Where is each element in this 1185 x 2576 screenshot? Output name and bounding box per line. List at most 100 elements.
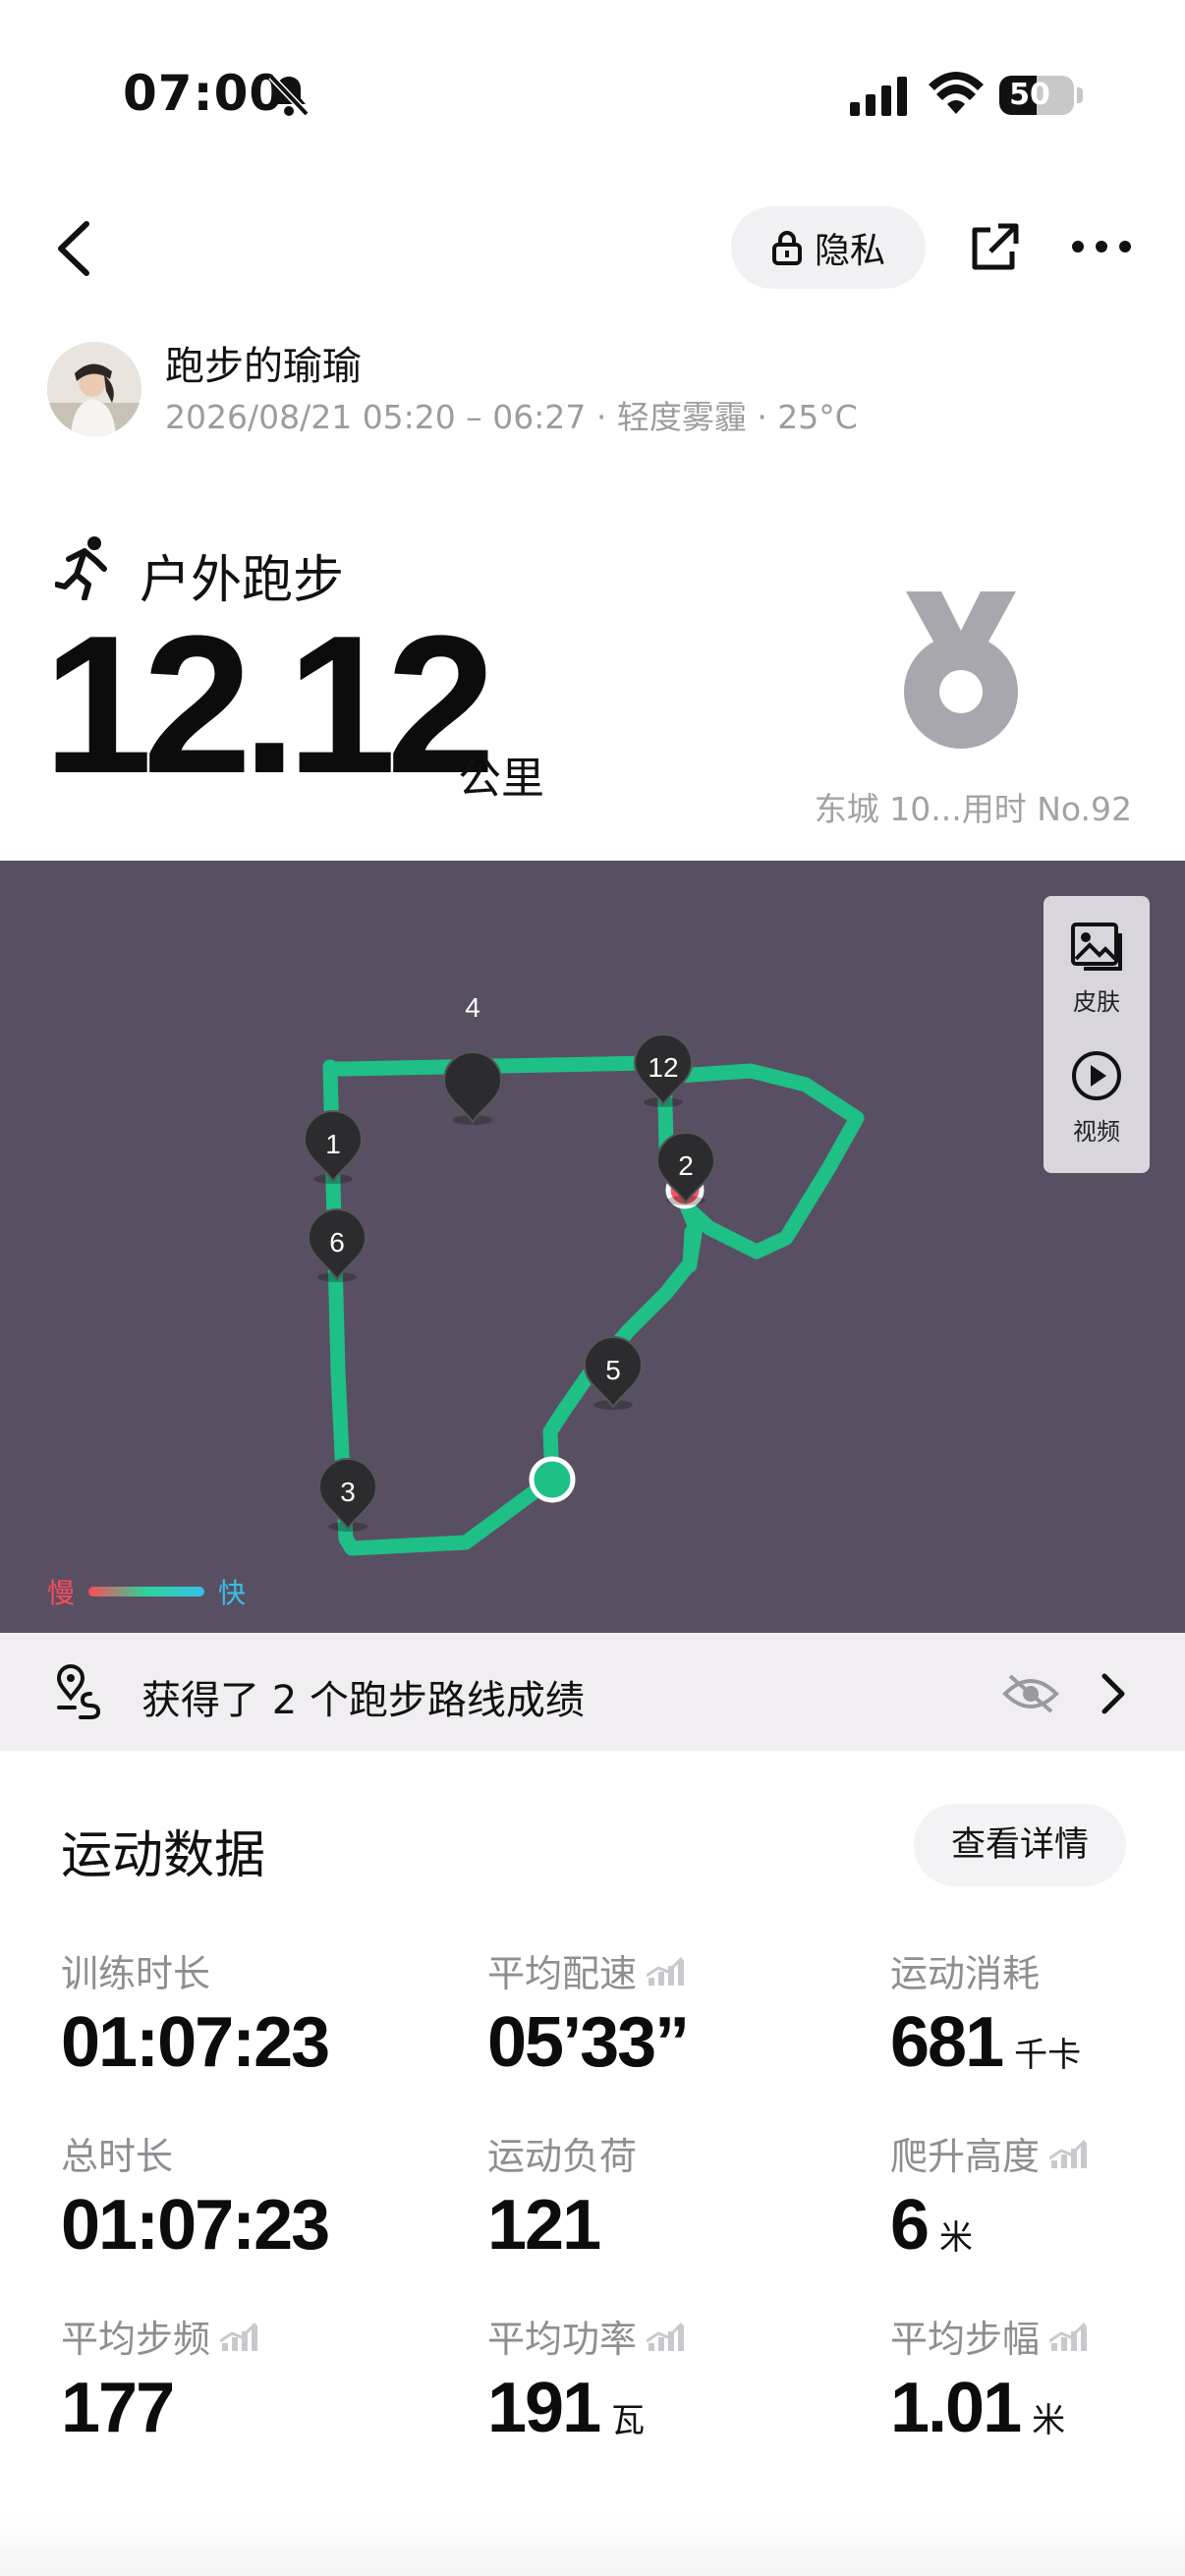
route-pin-icon (56, 1664, 101, 1719)
stat-value: 191 (487, 2369, 601, 2447)
play-icon (1072, 1051, 1121, 1100)
trend-chart-icon[interactable] (1049, 2139, 1088, 2168)
activity-meta: 2026/08/21 05:20 – 06:27 · 轻度雾霾 · 25°C (165, 398, 858, 436)
chevron-right-icon[interactable] (1099, 1672, 1128, 1715)
km-marker-1[interactable]: 1 (304, 1110, 363, 1185)
stat-value: 121 (487, 2186, 601, 2265)
stat-unit: 千卡 (1014, 2036, 1082, 2075)
status-time: 07:00 (123, 65, 285, 122)
stat-value-row: 05’33” (487, 2003, 690, 2082)
stat-label-row: 平均步幅 (890, 2309, 1088, 2363)
route-map-canvas: 4 12 1 2 6 5 3 (304, 992, 865, 1556)
skin-tool-button[interactable]: 皮肤 (1044, 922, 1150, 1017)
video-tool-label: 视频 (1073, 1118, 1120, 1146)
route-map[interactable]: 4 12 1 2 6 5 3 皮肤 视频 慢 快 (0, 861, 1185, 1633)
km-marker-label: 2 (678, 1150, 694, 1181)
stat-label-row: 平均配速 (487, 1943, 688, 1997)
stat-value-row: 121 (487, 2190, 637, 2261)
stat-item: 平均功率 191 瓦 (487, 2309, 685, 2443)
trend-chart-icon[interactable] (647, 1956, 685, 1986)
stat-item: 运动负荷 121 (487, 2126, 637, 2261)
stat-item: 爬升高度 6 米 (890, 2126, 1088, 2261)
back-arrow-icon[interactable] (49, 218, 98, 279)
running-icon (55, 536, 107, 600)
km-marker-5[interactable]: 5 (584, 1336, 643, 1411)
privacy-button[interactable]: 隐私 (731, 206, 926, 289)
stat-label: 平均配速 (487, 1952, 638, 1995)
start-point-marker[interactable] (529, 1456, 576, 1503)
view-details-button[interactable]: 查看详情 (914, 1804, 1126, 1886)
more-options-icon[interactable] (1071, 240, 1132, 253)
km-marker-4[interactable]: 4 (443, 992, 502, 1126)
bottom-shade (0, 2515, 1185, 2576)
stats-section-title: 运动数据 (61, 1826, 266, 1885)
stat-value: 01:07:23 (61, 2003, 330, 2082)
stat-value: 05’33” (487, 2003, 690, 2082)
map-tool-panel: 皮肤 视频 (1044, 896, 1150, 1173)
stat-value: 681 (890, 2003, 1004, 2082)
stat-value: 1.01 (890, 2369, 1022, 2447)
stat-value: 177 (61, 2369, 175, 2447)
stat-value-row: 01:07:23 (61, 2003, 330, 2082)
stat-unit: 米 (1032, 2401, 1066, 2440)
trend-chart-icon[interactable] (1049, 2322, 1088, 2351)
stat-unit: 米 (939, 2218, 974, 2258)
skin-tool-label: 皮肤 (1073, 988, 1120, 1016)
signal-icon (850, 77, 907, 116)
trend-chart-icon[interactable] (647, 2322, 685, 2351)
stat-value-row: 191 瓦 (487, 2373, 684, 2443)
km-marker-2[interactable]: 2 (656, 1132, 715, 1209)
trend-chart-icon[interactable] (220, 2322, 258, 2351)
stat-label-row: 训练时长 (61, 1943, 328, 1997)
stat-value-row: 681 千卡 (890, 2007, 1081, 2078)
km-marker-3[interactable]: 3 (318, 1458, 377, 1533)
eye-off-icon[interactable] (1002, 1672, 1059, 1715)
stat-label: 训练时长 (61, 1952, 211, 1995)
battery-level-text: 50 (1009, 78, 1050, 112)
medal-icon[interactable] (902, 588, 1020, 753)
km-marker-label: 1 (325, 1129, 341, 1159)
stat-item: 总时长 01:07:23 (61, 2126, 330, 2265)
wifi-icon (929, 72, 984, 114)
pace-legend: 慢 快 (47, 1572, 246, 1611)
stat-item: 平均配速 05’33” (487, 1943, 690, 2082)
stat-label-row: 平均功率 (487, 2309, 685, 2363)
stat-label: 总时长 (61, 2135, 174, 2178)
stat-item: 平均步频 177 (61, 2309, 258, 2443)
stat-value: 6 (890, 2186, 930, 2265)
route-achievement-text: 获得了 2 个跑步路线成绩 (141, 1678, 585, 1723)
stat-label: 运动负荷 (487, 2135, 638, 2178)
battery-indicator: 50 (999, 76, 1074, 115)
username: 跑步的瑜瑜 (165, 344, 362, 389)
stat-value: 01:07:23 (61, 2186, 330, 2265)
status-bar: 07:00 50 (0, 0, 1185, 187)
route-achievement-bar[interactable]: 获得了 2 个跑步路线成绩 (0, 1633, 1185, 1751)
km-marker-label: 5 (605, 1355, 621, 1385)
legend-gradient-bar (88, 1587, 205, 1596)
stat-label-row: 运动消耗 (890, 1943, 1081, 1997)
stat-item: 训练时长 01:07:23 (61, 1943, 330, 2082)
stat-label: 平均功率 (487, 2318, 638, 2361)
route-line (322, 1055, 704, 1556)
stat-value-row: 6米 (890, 2190, 1087, 2261)
km-marker-label: 12 (648, 1052, 678, 1083)
km-marker-label: 6 (329, 1227, 345, 1258)
km-marker-label: 3 (340, 1477, 356, 1507)
stat-item: 平均步幅 1.01 米 (890, 2309, 1088, 2447)
image-icon (1071, 923, 1122, 971)
km-marker-6[interactable]: 6 (308, 1208, 367, 1283)
avatar[interactable] (47, 342, 141, 436)
bell-muted-icon (268, 74, 310, 117)
share-icon[interactable] (969, 222, 1020, 273)
stat-value-row: 177 (61, 2373, 257, 2443)
km-marker-12[interactable]: 12 (634, 1034, 693, 1108)
stat-label-row: 运动负荷 (487, 2126, 637, 2180)
video-tool-button[interactable]: 视频 (1044, 1049, 1150, 1147)
stat-label: 运动消耗 (890, 1952, 1041, 1995)
battery-cap (1077, 87, 1083, 103)
stat-label: 平均步幅 (890, 2318, 1041, 2361)
stat-label-row: 爬升高度 (890, 2126, 1088, 2180)
medal-caption[interactable]: 东城 10...用时 No.92 (768, 783, 1132, 830)
stat-item: 运动消耗 681 千卡 (890, 1943, 1081, 2078)
stat-label-row: 平均步频 (61, 2309, 258, 2363)
